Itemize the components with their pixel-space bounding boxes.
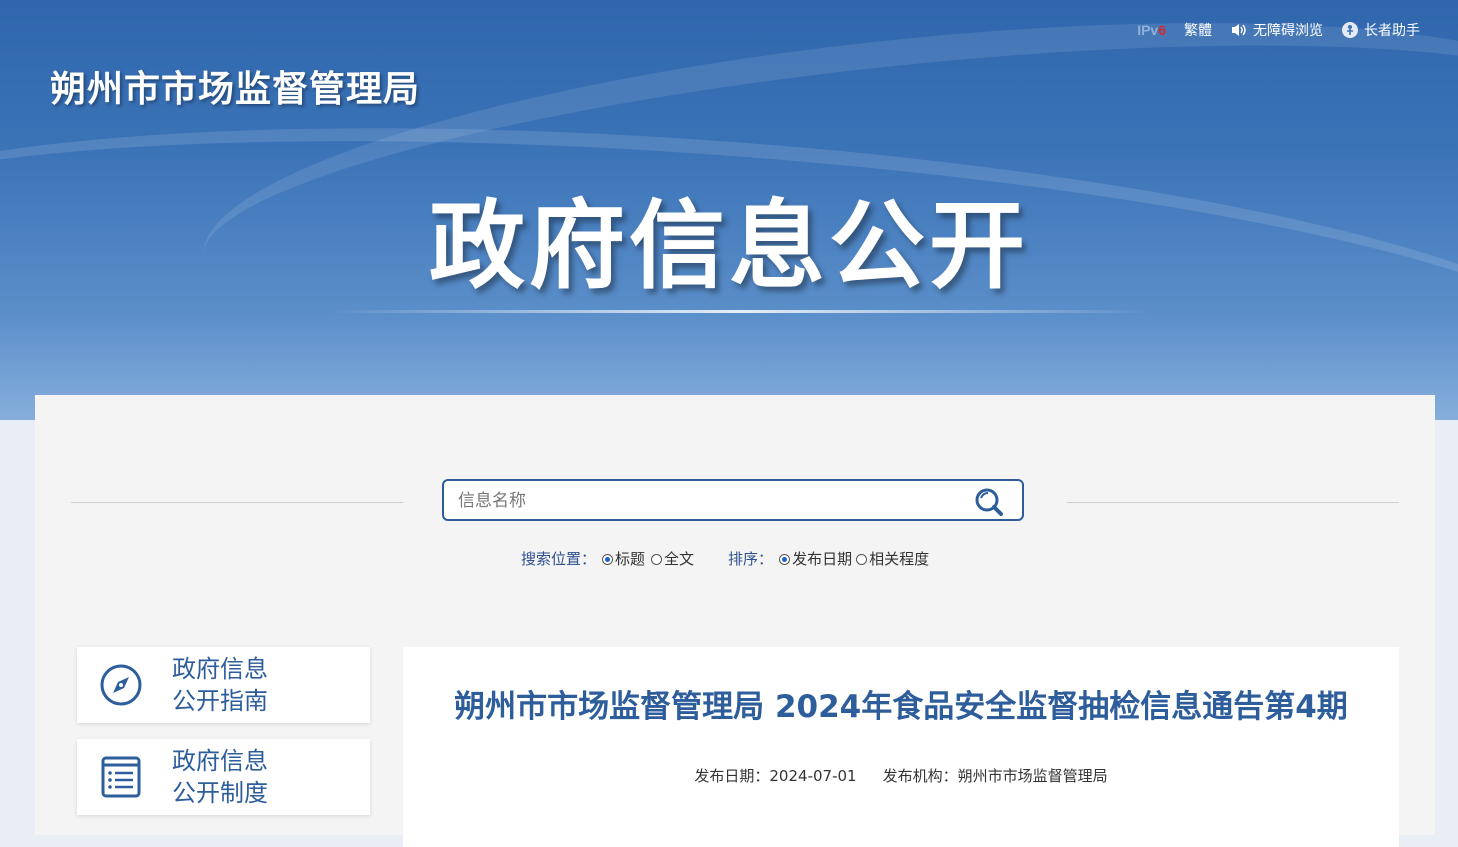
ipv6-badge: IPv6 — [1137, 22, 1166, 38]
search-options: 搜索位置： 标题 全文 排序： 发布日期 相关程度 — [521, 548, 929, 569]
article-title: 朔州市市场监督管理局 2024年食品安全监督抽检信息通告第4期 — [454, 689, 1348, 725]
sort-relevance-radio[interactable] — [856, 554, 868, 565]
list-document-icon — [101, 756, 141, 798]
org-name[interactable]: 朔州市市场监督管理局 — [50, 60, 420, 112]
sort-relevance-label[interactable]: 相关程度 — [869, 548, 929, 569]
publish-org: 朔州市市场监督管理局 — [957, 767, 1108, 785]
header-banner: IPv6 繁體 无障碍浏览 长者助手 朔州市市场监督管理局 政府信息公开 — [0, 0, 1458, 420]
sidebar-item-label: 政府信息 公开指南 — [172, 655, 268, 715]
traditional-chinese-link[interactable]: 繁體 — [1184, 20, 1212, 40]
elder-assistant-link[interactable]: 长者助手 — [1341, 20, 1420, 40]
banner-light-line — [330, 310, 1150, 313]
search-scope-label: 搜索位置： — [521, 550, 597, 568]
main-panel: 搜索位置： 标题 全文 排序： 发布日期 相关程度 政府信息 公开指南 — [35, 395, 1435, 847]
top-links: IPv6 繁體 无障碍浏览 长者助手 — [1137, 20, 1420, 40]
compass-icon — [100, 664, 142, 706]
sidebar-item-guide[interactable]: 政府信息 公开指南 — [77, 647, 370, 723]
scope-title-label[interactable]: 标题 — [615, 548, 645, 569]
sort-date-radio[interactable] — [779, 554, 791, 565]
page-hero-title: 政府信息公开 — [429, 190, 1029, 302]
accessible-browsing-label: 无障碍浏览 — [1253, 23, 1323, 39]
elder-icon — [1342, 22, 1358, 38]
speaker-icon — [1232, 24, 1246, 36]
elder-assistant-label: 长者助手 — [1364, 23, 1420, 39]
scope-fulltext-label[interactable]: 全文 — [664, 548, 694, 569]
sidebar-item-label: 政府信息 公开制度 — [172, 747, 268, 807]
article-panel: 朔州市市场监督管理局 2024年食品安全监督抽检信息通告第4期 发布日期：202… — [403, 647, 1399, 847]
org-label: 发布机构： — [882, 767, 958, 785]
date-label: 发布日期： — [694, 767, 770, 785]
publish-date: 2024-07-01 — [769, 767, 857, 785]
sort-date-label[interactable]: 发布日期 — [792, 548, 852, 569]
accessible-browsing-link[interactable]: 无障碍浏览 — [1230, 20, 1323, 40]
sort-label: 排序： — [728, 550, 774, 568]
search-icon[interactable] — [972, 486, 1008, 518]
search-input[interactable] — [456, 487, 960, 515]
scope-fulltext-radio[interactable] — [651, 554, 663, 565]
search-box — [442, 479, 1024, 521]
sidebar-item-system[interactable]: 政府信息 公开制度 — [77, 739, 370, 815]
divider-left — [71, 502, 403, 503]
article-meta: 发布日期：2024-07-01 发布机构：朔州市市场监督管理局 — [403, 765, 1399, 786]
divider-right — [1067, 502, 1399, 503]
scope-title-radio[interactable] — [602, 554, 614, 565]
